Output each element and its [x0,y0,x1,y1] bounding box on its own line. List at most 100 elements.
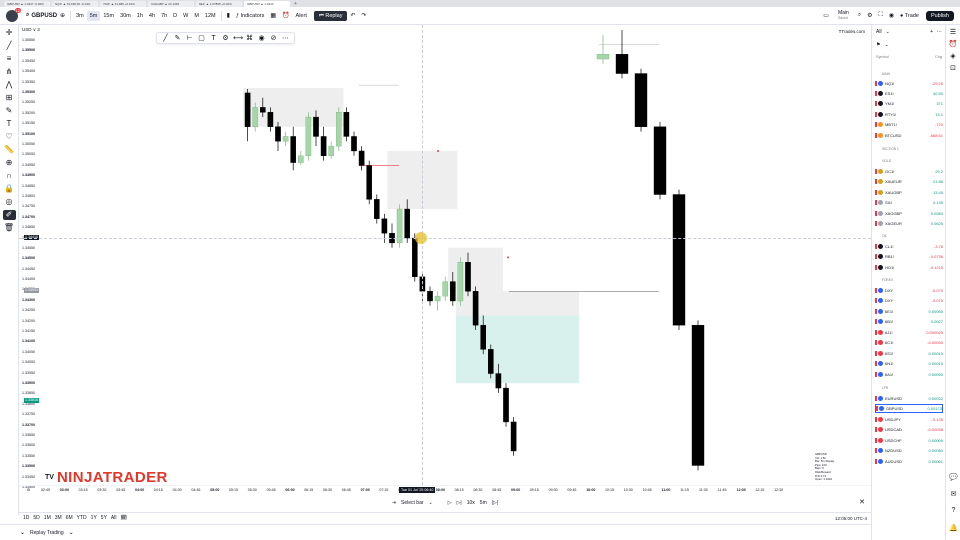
watchlist-section-header[interactable]: SECTION 1 [882,147,899,151]
template-icon[interactable]: ⌘ [245,34,254,42]
more-icon[interactable]: ⋯ [937,29,942,35]
chart-pane[interactable]: USD ∨ 3 TTrades.com ╱ ✎ ⊢ ▢ T ⚙ ⟷ ⌘ ◉ ⊘ ⋯ 1.35550 1… [19,25,871,497]
replay-interval[interactable]: 5m [480,500,487,506]
text-tool-icon[interactable]: T [3,119,16,129]
interval-3m[interactable]: 3m [73,11,87,21]
watchlist-row-rb1[interactable]: RB1! -0.0736 [875,252,943,261]
interval-12M[interactable]: 12M [202,11,219,21]
crosshair-icon[interactable]: ✛ [3,28,16,38]
flag-marker[interactable] [875,417,877,422]
select-bar-button[interactable]: Select bar [401,500,424,506]
chevron-down-icon[interactable]: ⌄ [69,529,74,536]
replay-trading-tab[interactable]: Replay Trading [30,530,64,536]
watchlist-row-mbt1[interactable]: MBT1! -720 [875,120,943,129]
range-3m[interactable]: 3M [55,515,62,521]
watchlist-title[interactable]: All [876,29,882,35]
flag-marker[interactable] [875,298,877,303]
lock-icon[interactable]: ⊘ [269,34,278,42]
fib-retracement-icon[interactable]: ≡ [3,54,16,64]
magnet-icon[interactable]: ∩ [3,171,16,181]
watchlist-row-gbpusd[interactable]: GBPUSD 0.00173 [875,404,943,413]
flag-marker[interactable] [875,133,877,138]
range-all[interactable]: All [111,515,117,521]
flag-marker[interactable] [875,200,877,205]
watchlist-row-dxy[interactable]: DXY -0.075 [875,296,943,305]
publish-button[interactable]: Publish [925,10,954,21]
watchlist-row-cl1[interactable]: CL1! -3.78 [875,242,943,251]
watchlist-row-xageur[interactable]: XAGEUR 0.0625 [875,219,943,228]
watchlist-icon[interactable]: ☰ [948,28,959,36]
watchlist-row-6e1[interactable]: 6E1! 0.00065 [875,307,943,316]
watchlist-row-6a1[interactable]: 6A1! 0.00090 [875,370,943,379]
range-5y[interactable]: 5Y [101,515,107,521]
browser-tab[interactable]: GBPUSD ▲ 1.3443 [244,0,290,7]
flag-marker[interactable] [875,211,877,216]
layout-selector[interactable]: Main Saved [838,10,849,21]
flag-marker[interactable] [875,448,877,453]
flag-marker[interactable] [875,459,877,464]
chevron-down-icon[interactable]: ⌄ [884,42,888,48]
undo-icon[interactable]: ↶ [347,12,358,19]
browser-tab[interactable]: NQ1! ▲ 19,348.25 -0.14% [52,0,98,7]
alert-icon[interactable]: ⏰ [279,12,292,19]
pattern-icon[interactable]: ⋀ [3,80,16,90]
flag-marker[interactable] [875,81,877,86]
watchlist-row-nq1[interactable]: NQ1! -29.25 [875,79,943,88]
brush-icon[interactable]: ✎ [173,34,182,42]
watchlist-row-eurusd[interactable]: EURUSD 0.00032 [875,394,943,403]
range-1y[interactable]: 1Y [91,515,97,521]
data-window-icon[interactable]: ⊡ [948,64,959,72]
watchlist-row-rty1[interactable]: RTY1! 13.1 [875,110,943,119]
interval-M[interactable]: M [191,11,202,21]
watchlist-row-usdchf[interactable]: USDCHF 0.00009 [875,436,943,445]
chevron-down-icon[interactable]: ⌄ [886,29,890,35]
more-icon[interactable]: ⋯ [281,34,290,42]
fib-icon[interactable]: ⊢ [185,34,194,42]
notifications-icon[interactable]: 🔔 [948,524,959,532]
heart-icon[interactable]: ♡ [3,132,16,142]
flag-marker[interactable] [875,351,877,356]
new-tab-icon[interactable]: + [292,1,297,7]
ruler-icon[interactable]: 📏 [3,145,16,155]
jump-to-realtime-icon[interactable]: |▷| [492,500,498,506]
measure-icon[interactable]: ⟷ [233,34,243,42]
flag-marker[interactable] [875,112,877,117]
watchlist-section-header[interactable]: GOLD [882,159,891,163]
price-chart[interactable] [19,25,871,485]
flag-marker[interactable] [875,169,877,174]
ideas-icon[interactable]: ✉ [948,490,959,498]
watchlist-row-dxy[interactable]: DXY -0.079 [875,286,943,295]
range-ytd[interactable]: YTD [77,515,87,521]
col-chg[interactable]: Chg [935,55,942,59]
range-1m[interactable]: 1M [44,515,51,521]
pitchfork-icon[interactable]: ⋔ [3,67,16,77]
dropdown-icon[interactable]: ⌄ [429,500,433,506]
watchlist-row-xaugbp[interactable]: XAUGBP 13.45 [875,188,943,197]
replay-button[interactable]: ⏮ Replay [313,10,348,21]
browser-tab[interactable]: YM1! ▲ 41,989 +0.01% [100,0,146,7]
fullscreen-icon[interactable]: ⛶ [876,12,886,19]
time-axis[interactable]: ⚙ 02:45 03:00 03:15 03:30 03:45 04:00 04:15 04:… [19,485,871,497]
flag-marker[interactable] [875,319,877,324]
range-6m[interactable]: 6M [66,515,73,521]
lock-icon[interactable]: 🔒 [3,184,16,194]
watchlist-row-ym1[interactable]: YM1! 371 [875,99,943,108]
flag-marker[interactable] [875,101,877,106]
alert-button[interactable]: Alert [293,11,310,21]
interval-7h[interactable]: 7h [158,11,170,21]
watchlist-section-header[interactable]: MAIN [882,72,890,76]
flag-marker[interactable] [875,427,877,432]
trend-line-icon[interactable]: ╱ [3,41,16,51]
layers-icon[interactable]: ◈ [948,52,959,60]
calendar-icon[interactable]: 🗓 [120,515,126,521]
visibility-icon[interactable]: ◉ [257,34,266,42]
interval-D[interactable]: D [170,11,180,21]
watchlist-row-6c1[interactable]: 6C1! -0.00030 [875,338,943,347]
symbol-search[interactable]: ⌕ GBPUSD [26,12,57,19]
user-avatar[interactable]: 12 [6,7,21,22]
watchlist-row-6n1[interactable]: 6N1! 0.00010 [875,359,943,368]
interval-4h[interactable]: 4h [146,11,158,21]
flag-marker[interactable] [875,190,877,195]
watchlist-row-nzdusd[interactable]: NZDUSD 0.00080 [875,446,943,455]
trash-icon[interactable]: 🗑 [3,223,16,233]
